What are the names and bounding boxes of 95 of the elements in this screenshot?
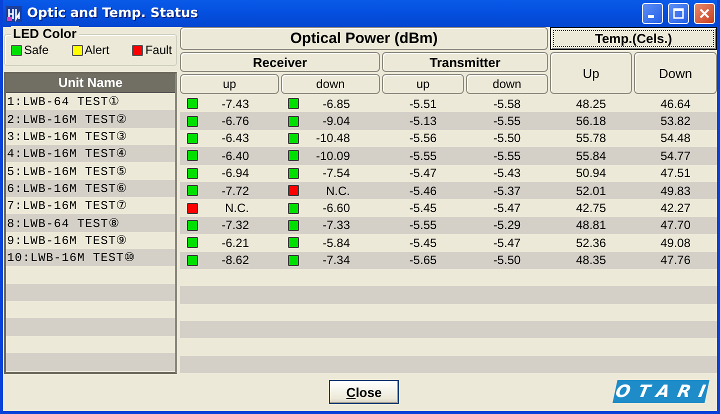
table-cell: -5.55 [409,218,437,232]
table-cell-text: -6.94 [220,166,250,180]
table-cell: -5.37 [493,184,521,198]
table-cell: -5.45 [409,236,437,250]
maximize-icon [673,8,684,19]
table-cell-text: -5.84 [322,236,351,250]
table-cell: -5.58 [493,96,521,111]
table-cell-text: -6.60 [322,201,351,216]
column-group-header: Optical Power (dBm) [180,27,548,50]
table-cell-text: -6.43 [220,131,250,146]
unit-name-cell: 10:LWB-16M TEST⑩ [7,250,136,266]
column-header: down [466,74,548,94]
column-group-header: Transmitter [382,52,548,72]
table-cell: -5.50 [493,131,521,146]
table-cell-text: -7.33 [322,218,351,232]
group-title: LED Color [11,26,79,41]
column-group-header: Receiver [180,52,380,72]
table-cell-text: -6.21 [220,236,250,250]
table-cell: 49.08 [660,236,691,250]
table-cell: 46.64 [660,96,691,111]
unit-name-cell: 1:LWB-64 TEST① [7,94,120,110]
legend-label: Alert [84,43,110,57]
close-button[interactable]: Close [329,380,399,404]
unit-name-cell: 7:LWB-16M TEST⑦ [7,198,128,214]
table-cell: -5.50 [493,253,521,268]
table-cell-text: N.C. [325,184,351,198]
table-cell: 55.84 [576,148,606,163]
table-cell: -5.47 [493,236,521,250]
column-header: Down [634,52,717,94]
legend-label: Fault [145,43,172,57]
table-cell-text: N.C. [224,201,250,216]
table-cell: -5.55 [493,148,521,163]
table-cell: 54.77 [660,148,691,163]
brand-logo: OTARI [612,380,710,403]
table-cell: 52.01 [576,184,606,198]
table-cell: 49.83 [660,184,691,198]
table-cell: 47.70 [660,218,691,232]
table-cell: -5.45 [409,201,437,216]
table-cell: 54.48 [660,131,691,146]
table-cell-text: -10.09 [314,148,351,163]
table-cell: 48.25 [576,96,606,111]
close-window-button[interactable] [694,3,715,24]
table-cell-text: -6.85 [322,96,351,111]
unit-name-cell: 5:LWB-16M TEST⑤ [7,164,128,179]
table-cell-text: -7.72 [220,184,250,198]
unit-name-cell: 9:LWB-16M TEST⑨ [7,232,128,248]
table-cell: -5.51 [409,96,437,111]
app-icon [6,6,22,22]
table-cell: 47.51 [660,166,691,180]
table-cell-text: -9.04 [322,114,351,128]
table-cell: 52.36 [576,236,606,250]
unit-name-cell: 8:LWB-64 TEST⑧ [7,216,120,231]
column-header: up [180,74,279,94]
table-cell: 42.75 [576,201,606,216]
table-cell: -5.29 [493,218,521,232]
table-cell: -5.47 [409,166,437,180]
temperature-header-button[interactable]: Temp.(Cels.) [550,27,717,50]
close-icon [699,8,710,19]
column-header: down [281,74,380,94]
table-cell: -5.65 [409,253,437,268]
table-cell: -5.13 [409,114,437,128]
table-cell-text: -7.34 [322,253,351,268]
table-cell: -5.55 [493,114,521,128]
table-cell: -5.43 [493,166,521,180]
table-cell: 55.78 [576,131,606,146]
legend-label: Safe [24,43,49,57]
table-cell: -5.46 [409,184,437,198]
table-cell-text: -6.40 [220,148,250,163]
minimize-icon [648,15,654,18]
table-cell-text: -7.43 [220,96,250,111]
table-cell: 48.81 [576,218,606,232]
unit-name-cell: 2:LWB-16M TEST② [7,112,128,127]
table-cell-text: -7.54 [322,166,351,180]
table-cell: 42.27 [660,201,691,216]
table-cell: 53.82 [660,114,691,128]
table-cell: -5.55 [409,148,437,163]
column-header: Unit Name [6,74,175,93]
maximize-button[interactable] [668,3,689,24]
table-cell: 48.35 [576,253,606,268]
column-header: up [382,74,464,94]
table-cell-text: -8.62 [220,253,250,268]
table-cell-text: -6.76 [220,114,250,128]
table-cell-text: -7.32 [220,218,250,232]
unit-name-cell: 4:LWB-16M TEST④ [7,146,128,162]
unit-name-cell: 3:LWB-16M TEST③ [7,128,128,144]
table-cell-text: -10.48 [314,131,351,146]
table-cell: 56.18 [576,114,606,128]
table-cell: 50.94 [576,166,606,180]
minimize-button[interactable] [642,3,663,24]
table-cell: 47.76 [660,253,691,268]
column-header: Up [550,52,632,94]
table-cell: -5.56 [409,131,437,146]
table-cell: -5.47 [493,201,521,216]
window-title: Optic and Temp. Status [27,6,199,21]
unit-name-cell: 6:LWB-16M TEST⑥ [7,180,128,196]
